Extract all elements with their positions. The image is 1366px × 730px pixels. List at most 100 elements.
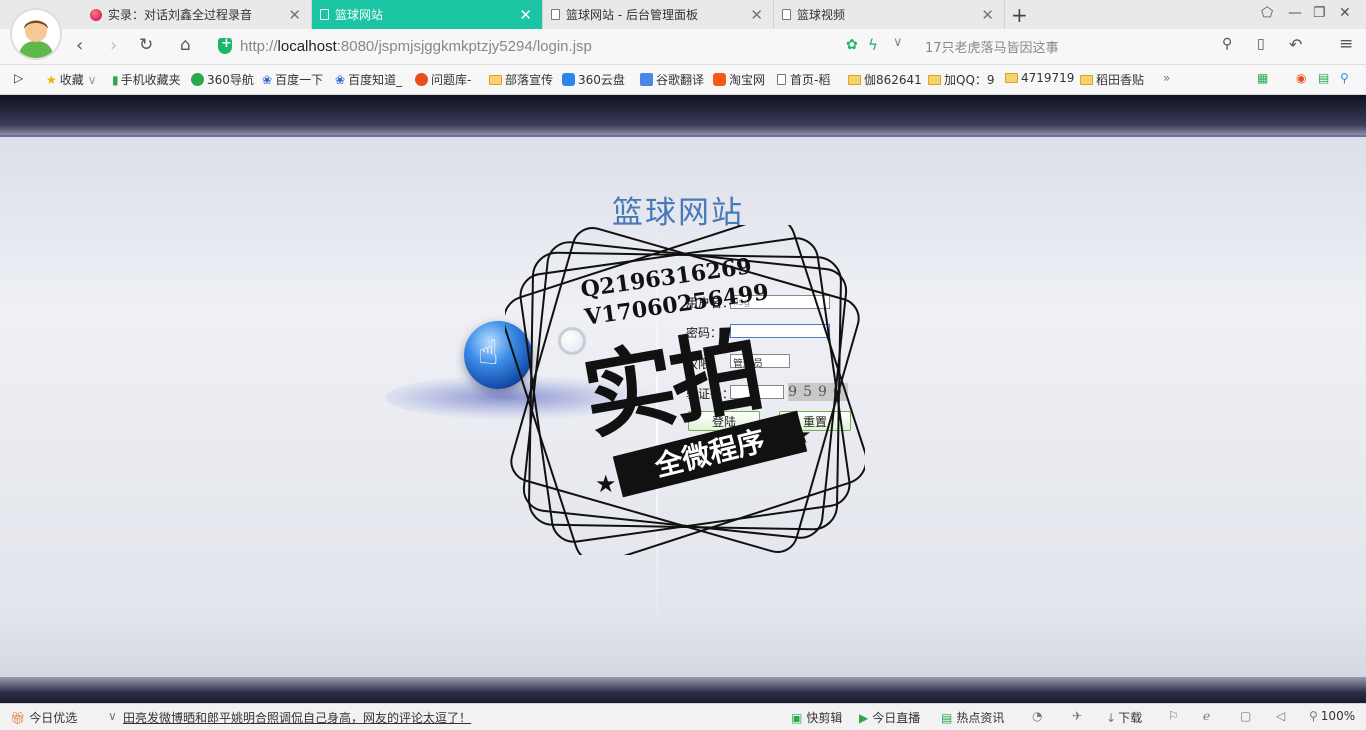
speed-icon[interactable]: ◔: [1032, 709, 1042, 723]
bookmark-folder-3[interactable]: 4719719: [1005, 71, 1074, 85]
back-icon[interactable]: ‹: [76, 35, 83, 56]
user-avatar-icon: [12, 10, 60, 58]
bookmark-question-lib[interactable]: 问题库-: [415, 71, 471, 88]
baidu-icon: ❀: [262, 72, 273, 87]
mobile-icon[interactable]: ▯: [1257, 36, 1265, 52]
bookmark-label: 4719719: [1021, 71, 1075, 85]
close-icon[interactable]: ✕: [519, 6, 532, 24]
bookmark-homepage[interactable]: 首页-稻: [777, 71, 830, 88]
today-live[interactable]: ▶ 今日直播: [859, 709, 920, 726]
close-icon[interactable]: ✕: [981, 6, 994, 24]
today-pick-label: 今日优选: [29, 711, 78, 725]
chevron-down-icon[interactable]: ∨: [108, 709, 117, 723]
search-input[interactable]: 17只老虎落马皆因这事: [925, 37, 1059, 56]
tab-record[interactable]: 实录：对话刘鑫全过程录音 ✕: [82, 0, 312, 29]
bookmark-folder-4[interactable]: 稻田香贴: [1080, 71, 1144, 88]
news-icon: ▤: [941, 710, 953, 725]
quick-cut[interactable]: ▣ 快剪辑: [791, 709, 842, 726]
bookmark-360-cloud[interactable]: 360云盘: [562, 71, 625, 88]
window-icon[interactable]: ▢: [1240, 709, 1251, 723]
bookmark-label: 百度知道_: [348, 73, 403, 87]
address-bar[interactable]: http://localhost:8080/jspmjsjggkmkptzjy5…: [218, 33, 838, 59]
document-icon: [320, 9, 329, 20]
search-icon[interactable]: ⚲: [1222, 36, 1232, 52]
gift-icon: 🎁︎: [10, 710, 26, 725]
chevron-down-icon: ∨: [87, 72, 97, 87]
bookmark-favorites[interactable]: ★ 收藏 ∨: [46, 71, 97, 88]
secure-shield-icon: [218, 36, 232, 54]
hot-news[interactable]: ▤ 热点资讯: [941, 709, 1004, 726]
close-window-icon[interactable]: ✕: [1339, 5, 1351, 21]
baidu-icon: ❀: [335, 72, 346, 87]
flag-icon[interactable]: ⚐: [1168, 709, 1179, 723]
pin-icon[interactable]: ✈: [1072, 709, 1082, 723]
download[interactable]: ↓ 下载: [1106, 709, 1142, 726]
bookmark-label: 收藏: [59, 73, 84, 87]
today-pick[interactable]: 🎁︎ 今日优选: [10, 709, 77, 726]
apps-icon[interactable]: ▦: [1257, 71, 1268, 85]
forward-icon[interactable]: ›: [110, 35, 117, 56]
refresh-icon[interactable]: ↻: [139, 35, 153, 55]
tab-title: 实录：对话刘鑫全过程录音: [108, 8, 253, 22]
footer-band: [0, 677, 1366, 703]
speedup-icon[interactable]: ✿: [846, 37, 858, 53]
menu-icon[interactable]: ≡: [1339, 34, 1353, 54]
bookmark-folder-2[interactable]: 加QQ：9: [928, 71, 995, 88]
tab-bar: 实录：对话刘鑫全过程录音 ✕ 篮球网站 ✕ 篮球网站 - 后台管理面板 ✕ 篮球…: [0, 0, 1366, 30]
bookmark-google-translate[interactable]: 谷歌翻译: [640, 71, 704, 88]
close-icon[interactable]: ✕: [288, 6, 301, 24]
minimize-icon[interactable]: —: [1288, 5, 1302, 21]
tab-basketball-video[interactable]: 篮球视频 ✕: [774, 0, 1005, 29]
new-tab-icon[interactable]: +: [1011, 3, 1028, 27]
bookmark-mobile[interactable]: ▮ 手机收藏夹: [112, 71, 181, 88]
ie-icon[interactable]: ℯ: [1203, 709, 1210, 723]
close-icon[interactable]: ✕: [750, 6, 763, 24]
search-box[interactable]: 17只老虎落马皆因这事: [915, 33, 1245, 59]
folder-icon: [928, 74, 941, 85]
bookmark-label: 360导航: [207, 73, 254, 87]
bookmark-tribe-promo[interactable]: 部落宣传: [489, 71, 553, 88]
tab-admin-panel[interactable]: 篮球网站 - 后台管理面板 ✕: [543, 0, 774, 29]
bookmark-baidu[interactable]: ❀ 百度一下: [262, 71, 323, 88]
folder-icon: [1005, 73, 1018, 83]
hot-news-label: 热点资讯: [956, 711, 1005, 725]
home-icon[interactable]: ⌂: [180, 35, 191, 55]
document-icon: [782, 9, 791, 20]
bookmark-taobao[interactable]: 淘宝网: [713, 71, 765, 88]
extension-icon[interactable]: ◉: [1296, 71, 1306, 85]
captcha-image[interactable]: 9590: [788, 383, 848, 401]
bookmark-label: 谷歌翻译: [656, 73, 705, 87]
bookmark-label: 伽862641: [864, 73, 922, 87]
volume-icon[interactable]: ◁: [1276, 709, 1285, 723]
folder-icon: [1080, 74, 1093, 85]
zoom-tool-icon[interactable]: ⚲: [1340, 71, 1349, 85]
avatar[interactable]: [10, 8, 62, 60]
bookmark-baidu-zhidao[interactable]: ❀ 百度知道_: [335, 71, 402, 88]
chevron-down-icon[interactable]: ∨: [893, 35, 903, 50]
bookmark-360nav[interactable]: 360导航: [191, 71, 254, 88]
url-prefix: http://: [240, 37, 278, 55]
taobao-icon: [713, 73, 726, 86]
sidebar-toggle-icon[interactable]: ▷: [14, 71, 23, 85]
url-text[interactable]: http://localhost:8080/jspmjsjggkmkptzjy5…: [240, 38, 592, 55]
tab-title: 篮球网站: [335, 8, 384, 22]
bookmark-label: 360云盘: [578, 73, 625, 87]
reader-icon[interactable]: ▤: [1318, 71, 1329, 85]
bookmark-label: 稻田香贴: [1096, 73, 1145, 87]
quick-cut-label: 快剪辑: [806, 711, 843, 725]
more-bookmarks-icon[interactable]: »: [1163, 71, 1170, 85]
bookmark-label: 首页-稻: [790, 73, 831, 87]
header-band: [0, 95, 1366, 137]
undo-icon[interactable]: ↶: [1289, 35, 1302, 54]
zoom-level[interactable]: ⚲ 100%: [1309, 709, 1355, 723]
lightning-icon[interactable]: ϟ: [868, 36, 878, 54]
folder-icon: [489, 74, 502, 85]
skin-icon[interactable]: ⬠: [1261, 5, 1273, 21]
play-icon: ▶: [859, 710, 869, 725]
bookmark-folder-1[interactable]: 伽862641: [848, 71, 922, 88]
news-ticker[interactable]: 田亮发微博晒和郎平姚明合照调侃自己身高，网友的评论太逗了！: [123, 709, 471, 726]
maximize-icon[interactable]: ❐: [1313, 5, 1326, 21]
phone-icon: ▮: [112, 72, 119, 87]
url-path: :8080/jspmjsjggkmkptzjy5294/login.jsp: [336, 37, 592, 55]
tab-basketball-site[interactable]: 篮球网站 ✕: [312, 0, 543, 29]
